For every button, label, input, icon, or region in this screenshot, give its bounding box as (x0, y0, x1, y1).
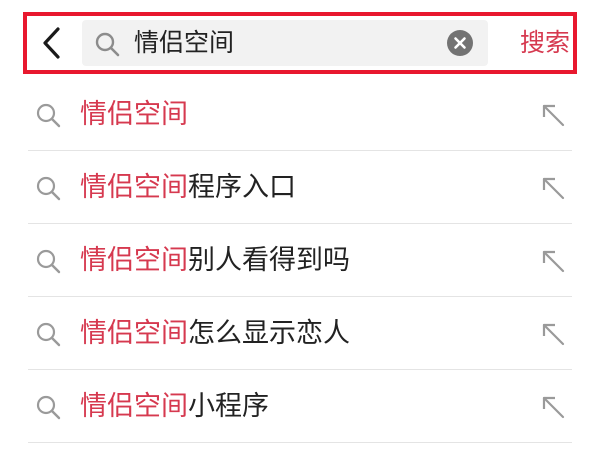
suggestion-rest: 程序入口 (188, 172, 296, 203)
arrow-up-left-icon[interactable] (540, 248, 566, 274)
suggestion-text: 情侣空间 (80, 78, 188, 151)
suggestion-highlight: 情侣空间 (80, 245, 188, 276)
suggestion-item[interactable]: 情侣空间别人看得到吗 (0, 224, 600, 297)
search-input[interactable] (134, 20, 434, 66)
search-icon (36, 103, 61, 128)
arrow-up-left-icon[interactable] (540, 394, 566, 420)
search-icon (95, 32, 120, 57)
suggestion-rest: 别人看得到吗 (188, 245, 350, 276)
clear-button[interactable] (447, 30, 473, 56)
search-icon (36, 249, 61, 274)
search-icon (36, 176, 61, 201)
suggestion-text: 情侣空间别人看得到吗 (80, 224, 350, 297)
arrow-up-left-icon[interactable] (540, 175, 566, 201)
suggestion-list: 情侣空间 情侣空间程序入口 情侣空间别人看得到吗 情侣空间怎么显示恋人 情侣空间… (0, 78, 600, 443)
chevron-left-icon (43, 27, 60, 59)
suggestion-text: 情侣空间小程序 (80, 370, 269, 443)
search-field[interactable] (82, 20, 488, 66)
search-icon (36, 395, 61, 420)
suggestion-highlight: 情侣空间 (80, 318, 188, 349)
suggestion-item[interactable]: 情侣空间怎么显示恋人 (0, 297, 600, 370)
suggestion-item[interactable]: 情侣空间小程序 (0, 370, 600, 443)
search-button[interactable]: 搜索 (514, 16, 576, 70)
search-icon (36, 322, 61, 347)
arrow-up-left-icon[interactable] (540, 102, 566, 128)
suggestion-item[interactable]: 情侣空间 (0, 78, 600, 151)
clear-circle-icon (454, 37, 466, 49)
search-bar: 搜索 (23, 12, 577, 74)
suggestion-highlight: 情侣空间 (80, 99, 188, 130)
suggestion-item[interactable]: 情侣空间程序入口 (0, 151, 600, 224)
suggestion-highlight: 情侣空间 (80, 391, 188, 422)
suggestion-text: 情侣空间程序入口 (80, 151, 296, 224)
suggestion-rest: 小程序 (188, 391, 269, 422)
suggestion-highlight: 情侣空间 (80, 172, 188, 203)
back-button[interactable] (27, 16, 77, 70)
suggestion-rest: 怎么显示恋人 (188, 318, 350, 349)
search-screen: 搜索 情侣空间 情侣空间程序入口 (0, 0, 600, 449)
arrow-up-left-icon[interactable] (540, 321, 566, 347)
suggestion-text: 情侣空间怎么显示恋人 (80, 297, 350, 370)
